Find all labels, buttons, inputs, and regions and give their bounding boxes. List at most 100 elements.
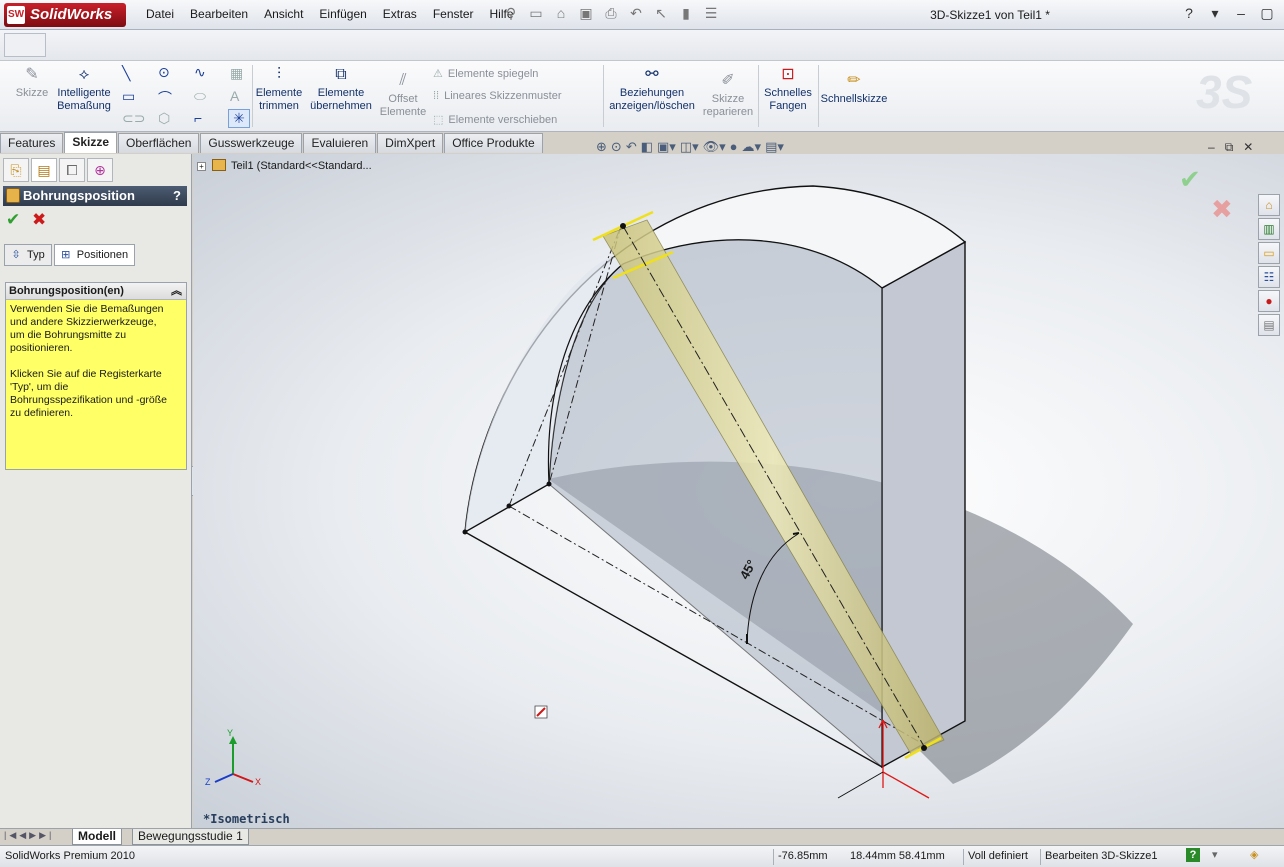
sketch-point[interactable]: [546, 481, 552, 487]
move-entities-button[interactable]: ⬚ Elemente verschieben: [433, 113, 557, 126]
menu-extras[interactable]: Extras: [375, 7, 425, 25]
tab-evaluieren[interactable]: Evaluieren: [303, 133, 377, 153]
select-icon[interactable]: ↖: [650, 5, 672, 25]
group-header[interactable]: Bohrungsposition(en) ︽: [6, 283, 186, 300]
feature-manager-icon[interactable]: ⎘: [3, 158, 29, 182]
ok-check-icon[interactable]: ✔: [6, 210, 20, 230]
status-help-icon[interactable]: ?: [1186, 848, 1200, 862]
configuration-manager-icon[interactable]: ⧠: [59, 158, 85, 182]
menu-ansicht[interactable]: Ansicht: [256, 7, 311, 25]
tab-skizze[interactable]: Skizze: [64, 132, 118, 153]
tab-typ[interactable]: ⇳ Typ: [4, 244, 52, 266]
tab-modell[interactable]: Modell: [72, 829, 122, 845]
close-button[interactable]: ✕: [1280, 5, 1284, 22]
viewport-close-button[interactable]: ✕: [1243, 140, 1253, 155]
polygon-icon[interactable]: ⬡: [158, 110, 170, 127]
feature-tree-flyout[interactable]: + Teil1 (Standard<<Standard...: [197, 159, 372, 172]
confirm-cancel-icon[interactable]: ✖: [1211, 194, 1233, 225]
print-icon[interactable]: ⎙: [600, 5, 622, 25]
maximize-button[interactable]: ▢: [1254, 5, 1280, 22]
tab-gusswerkzeuge[interactable]: Gusswerkzeuge: [200, 133, 303, 153]
sketch-point[interactable]: [462, 529, 468, 535]
help-button[interactable]: ?: [173, 186, 181, 206]
hide-show-icon[interactable]: 👁▾: [703, 139, 726, 155]
view-settings-icon[interactable]: ▤▾: [765, 139, 784, 155]
zoom-to-fit-icon[interactable]: ⊕: [596, 139, 607, 155]
sketch-point[interactable]: [620, 223, 626, 229]
solidworks-logo[interactable]: SW SolidWorks: [4, 3, 126, 27]
rebuild-icon[interactable]: ▮: [675, 5, 697, 25]
confirm-ok-icon[interactable]: ✔: [1179, 164, 1201, 195]
tab-oberflaechen[interactable]: Oberflächen: [118, 133, 200, 153]
tab-positionen[interactable]: ⊞ Positionen: [53, 244, 136, 266]
file-explorer-icon[interactable]: ▭: [1258, 242, 1280, 264]
trim-entities-button[interactable]: ⫶ Elemente trimmen: [254, 65, 304, 113]
line-icon[interactable]: ╲: [122, 65, 130, 82]
display-relations-button[interactable]: ⚯ Beziehungen anzeigen/löschen: [606, 65, 698, 113]
rectangle-icon[interactable]: ▭: [122, 88, 135, 105]
smart-dimension-button[interactable]: ⟡ Intelligente Bemaßung: [52, 65, 116, 113]
menu-bearbeiten[interactable]: Bearbeiten: [182, 7, 256, 25]
help-menu-icon[interactable]: ?: [1176, 5, 1202, 22]
design-library-icon[interactable]: ▥: [1258, 218, 1280, 240]
tab-features[interactable]: Features: [0, 133, 64, 153]
custom-properties-icon[interactable]: ▤: [1258, 314, 1280, 336]
expand-icon[interactable]: +: [197, 162, 206, 171]
save-icon[interactable]: ▣: [575, 5, 597, 25]
graphics-area[interactable]: 45° Y X Z + Teil1 (Standard<<Standard... …: [193, 154, 1284, 828]
menu-einfuegen[interactable]: Einfügen: [311, 7, 374, 25]
appearances-icon[interactable]: ●: [1258, 290, 1280, 312]
apply-scene-icon[interactable]: ☁▾: [742, 139, 762, 155]
previous-view-icon[interactable]: ↶: [626, 139, 637, 155]
pin-icon[interactable]: ⚲: [500, 5, 522, 25]
dimxpert-manager-icon[interactable]: ⊕: [87, 158, 113, 182]
tab-dimxpert[interactable]: DimXpert: [377, 133, 444, 153]
arc-icon[interactable]: ⌒: [158, 88, 172, 108]
view-palette-icon[interactable]: ☷: [1258, 266, 1280, 288]
viewport-minimize-button[interactable]: –: [1208, 140, 1215, 155]
repair-sketch-button[interactable]: ✐ Skizze reparieren: [700, 71, 756, 119]
menu-fenster[interactable]: Fenster: [425, 7, 482, 25]
circle-icon[interactable]: ⊙: [158, 64, 170, 81]
fillet-icon[interactable]: ⌐: [194, 110, 202, 126]
sketch-point[interactable]: [506, 503, 512, 509]
linear-pattern-button[interactable]: ⁞⁞ Lineares Skizzenmuster: [433, 90, 562, 102]
point-icon[interactable]: ✳: [228, 109, 250, 128]
cancel-x-icon[interactable]: ✖: [32, 210, 46, 230]
plane-icon[interactable]: ▦: [230, 65, 243, 82]
mirror-entities-button[interactable]: ⚠ Elemente spiegeln: [433, 67, 538, 80]
tab-office-produkte[interactable]: Office Produkte: [444, 133, 543, 153]
sketch-point[interactable]: [921, 745, 927, 751]
offset-entities-button[interactable]: ⫽ Offset Elemente: [378, 71, 428, 119]
status-options-icon[interactable]: ▾: [1212, 848, 1218, 861]
spline-icon[interactable]: ∿: [194, 64, 206, 81]
ellipse-icon[interactable]: ⬭: [194, 88, 206, 105]
options-icon[interactable]: ☰: [700, 5, 722, 25]
section-view-icon[interactable]: ◧: [641, 139, 653, 155]
new-document-icon[interactable]: ▭: [525, 5, 547, 25]
tab-scroll-arrows[interactable]: |◀◀▶▶|: [4, 830, 54, 841]
edit-appearance-icon[interactable]: ●: [730, 139, 738, 155]
zoom-area-icon[interactable]: ⊙: [611, 139, 622, 155]
rapid-sketch-button[interactable]: ✏ Schnellskizze: [820, 71, 888, 106]
tab-bewegungsstudie[interactable]: Bewegungsstudie 1: [132, 829, 249, 845]
view-orientation-icon[interactable]: ▣▾: [657, 139, 676, 155]
slot-icon[interactable]: ⊂⊃: [122, 110, 145, 127]
viewport-restore-button[interactable]: ⧉: [1225, 140, 1234, 155]
menu-datei[interactable]: Datei: [138, 7, 182, 25]
help-dropdown-icon[interactable]: ▾: [1202, 5, 1228, 22]
status-tooltip-icon[interactable]: ◈: [1250, 848, 1258, 861]
display-style-icon[interactable]: ◫▾: [680, 139, 699, 155]
text-icon[interactable]: A: [230, 88, 239, 104]
minimize-button[interactable]: –: [1228, 5, 1254, 22]
quick-snaps-button[interactable]: ⊡ Schnelles Fangen: [760, 65, 816, 113]
sketch-button[interactable]: ✎ Skizze: [14, 65, 50, 100]
property-manager-icon[interactable]: ▤: [31, 158, 57, 182]
convert-icon: ⧉: [335, 66, 347, 83]
open-icon[interactable]: ⌂: [550, 5, 572, 25]
toolbar-handle[interactable]: [4, 33, 46, 57]
convert-entities-button[interactable]: ⧉ Elemente übernehmen: [308, 65, 374, 113]
collapse-chevron-icon[interactable]: ︽: [171, 283, 182, 300]
home-icon[interactable]: ⌂: [1258, 194, 1280, 216]
undo-icon[interactable]: ↶: [625, 5, 647, 25]
